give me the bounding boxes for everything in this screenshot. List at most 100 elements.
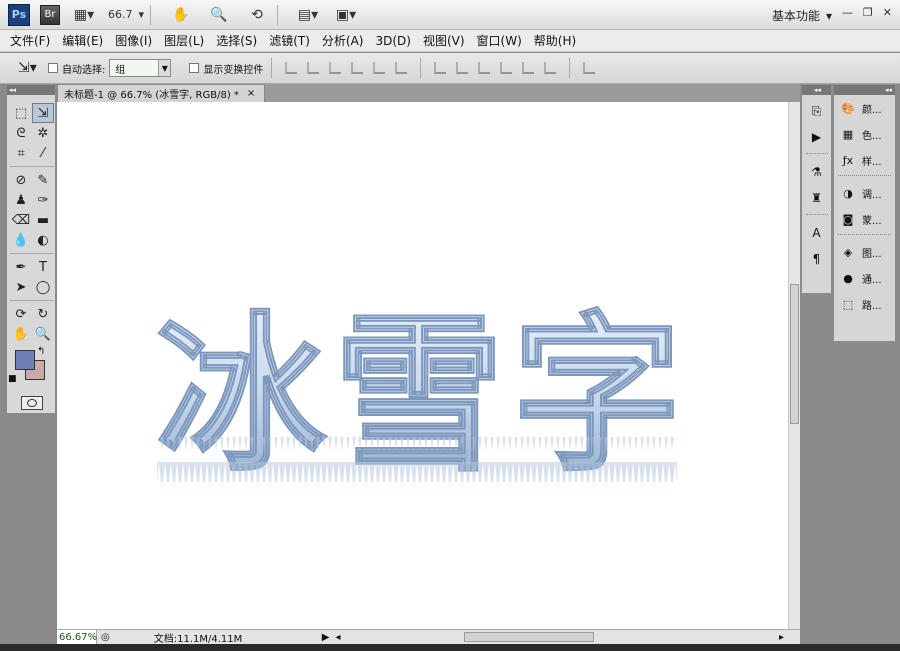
- zoom-level-dropdown[interactable]: 66.7 ▾: [108, 8, 144, 21]
- vertical-scrollbar[interactable]: [788, 102, 800, 629]
- screen-mode-button[interactable]: ▣▾: [332, 5, 360, 25]
- tool-preset-picker[interactable]: ⇲▾: [18, 60, 48, 76]
- rotate-view-icon: ⟲: [251, 6, 263, 23]
- show-transform-checkbox[interactable]: 显示变换控件: [189, 61, 263, 76]
- align-right-icon[interactable]: [395, 62, 408, 74]
- tool-presets-icon[interactable]: ⚗: [806, 162, 828, 182]
- menu-window[interactable]: 窗口(W): [477, 32, 522, 49]
- menu-select[interactable]: 选择(S): [216, 32, 257, 49]
- eraser-tool-icon[interactable]: ⌫: [10, 210, 32, 230]
- document-canvas[interactable]: 冰雪字: [57, 102, 788, 629]
- magic-wand-icon[interactable]: ✲: [32, 123, 54, 143]
- vertical-scroll-thumb[interactable]: [790, 284, 799, 424]
- healing-brush-icon[interactable]: ⊘: [10, 170, 32, 190]
- default-colors-icon[interactable]: ■: [8, 374, 17, 384]
- panel-masks[interactable]: ◙ 蒙...: [834, 206, 895, 232]
- ps-logo[interactable]: Ps: [8, 3, 30, 26]
- status-menu-arrow-icon[interactable]: ▶: [322, 632, 330, 643]
- menu-help[interactable]: 帮助(H): [534, 32, 576, 49]
- dock-collapse-handle[interactable]: ◂◂: [802, 85, 831, 95]
- clone-stamp-icon[interactable]: ♟: [10, 190, 32, 210]
- history-icon[interactable]: ⎘: [806, 101, 828, 121]
- distribute-vertical-center-icon[interactable]: [456, 62, 469, 74]
- menu-3d[interactable]: 3D(D): [375, 34, 410, 48]
- panel-color[interactable]: 🎨 颜...: [834, 95, 895, 121]
- view-extras-button[interactable]: ▦▾: [70, 5, 98, 25]
- panel-layers[interactable]: ◈ 图...: [834, 239, 895, 265]
- actions-icon[interactable]: ▶: [806, 127, 828, 147]
- swap-colors-icon[interactable]: ↰: [37, 346, 45, 357]
- zoom-tool-button[interactable]: 🔍: [205, 5, 233, 25]
- rotate-view-button[interactable]: ⟲: [243, 5, 271, 25]
- type-tool-icon[interactable]: T: [32, 257, 54, 277]
- brush-tool-icon[interactable]: ✎: [32, 170, 54, 190]
- close-icon[interactable]: ✕: [883, 6, 892, 19]
- workspace-switcher[interactable]: 基本功能 ▾: [772, 7, 832, 24]
- marquee-tool-icon[interactable]: ⬚: [10, 103, 32, 123]
- move-tool-icon[interactable]: ⇲: [32, 103, 54, 123]
- auto-select-checkbox[interactable]: 自动选择:: [48, 61, 105, 76]
- menu-image[interactable]: 图像(I): [115, 32, 152, 49]
- pen-tool-icon[interactable]: ✒: [10, 257, 32, 277]
- align-top-icon[interactable]: [285, 62, 298, 74]
- tools-panel: ◂◂ ⬚ ⇲ ᘓ ✲ ⌗ ⁄ ⊘ ✎ ♟ ✑ ⌫ ▬ 💧 ◐ ✒ T ➤ ◯ ⟳…: [6, 84, 56, 414]
- scroll-right-icon[interactable]: ▸: [779, 632, 784, 643]
- panel-collapse-handle[interactable]: ◂◂: [7, 85, 55, 95]
- hand-tool-icon[interactable]: ✋: [10, 324, 32, 344]
- horizontal-scroll-thumb[interactable]: [464, 632, 594, 642]
- distribute-horizontal-center-icon[interactable]: [522, 62, 535, 74]
- blur-tool-icon[interactable]: 💧: [10, 230, 32, 250]
- document-tab[interactable]: 未标题-1 @ 66.7% (冰雪字, RGB/8) * ×: [57, 84, 265, 102]
- menu-analysis[interactable]: 分析(A): [322, 32, 364, 49]
- lasso-tool-icon[interactable]: ᘓ: [10, 123, 32, 143]
- clone-source-icon[interactable]: ♜: [806, 188, 828, 208]
- menu-edit[interactable]: 编辑(E): [62, 32, 103, 49]
- eyedropper-icon[interactable]: ⁄: [32, 143, 54, 163]
- align-horizontal-center-icon[interactable]: [373, 62, 386, 74]
- hand-tool-button[interactable]: ✋: [167, 5, 195, 25]
- arrange-documents-button[interactable]: ▤▾: [294, 5, 322, 25]
- history-brush-icon[interactable]: ✑: [32, 190, 54, 210]
- menu-view[interactable]: 视图(V): [423, 32, 465, 49]
- align-buttons-group: [280, 62, 412, 74]
- restore-icon[interactable]: ❐: [863, 6, 873, 19]
- panel-adjustments[interactable]: ◑ 调...: [834, 180, 895, 206]
- distribute-top-icon[interactable]: [434, 62, 447, 74]
- panel-paths[interactable]: ⬚ 路...: [834, 291, 895, 317]
- path-selection-icon[interactable]: ➤: [10, 277, 32, 297]
- gradient-tool-icon[interactable]: ▬: [32, 210, 54, 230]
- panel-channels[interactable]: ● 通...: [834, 265, 895, 291]
- shape-tool-icon[interactable]: ◯: [32, 277, 54, 297]
- status-zoom-field[interactable]: 66.67%: [57, 630, 97, 644]
- auto-align-layers-icon[interactable]: [583, 62, 596, 74]
- align-bottom-icon[interactable]: [329, 62, 342, 74]
- minimize-icon[interactable]: —: [842, 6, 853, 19]
- paragraph-icon[interactable]: ¶: [806, 249, 828, 269]
- dodge-tool-icon[interactable]: ◐: [32, 230, 54, 250]
- distribute-left-icon[interactable]: [500, 62, 513, 74]
- palette-icon: 🎨: [841, 101, 855, 115]
- distribute-right-icon[interactable]: [544, 62, 557, 74]
- close-icon[interactable]: ×: [247, 88, 255, 99]
- align-vertical-center-icon[interactable]: [307, 62, 320, 74]
- zoom-tool-icon[interactable]: 🔍: [32, 324, 54, 344]
- distribute-bottom-icon[interactable]: [478, 62, 491, 74]
- menu-layer[interactable]: 图层(L): [164, 32, 204, 49]
- character-icon[interactable]: A: [806, 223, 828, 243]
- scroll-left-icon[interactable]: ◂: [335, 632, 340, 643]
- align-left-icon[interactable]: [351, 62, 364, 74]
- 3d-orbit-icon[interactable]: ↻: [32, 304, 54, 324]
- foreground-color-swatch[interactable]: [15, 350, 35, 370]
- panel-swatches[interactable]: ▦ 色...: [834, 121, 895, 147]
- panel-label: 图...: [862, 248, 882, 260]
- 3d-rotate-icon[interactable]: ⟳: [10, 304, 32, 324]
- panel-styles[interactable]: ƒx 样...: [834, 147, 895, 173]
- panel-collapse-handle[interactable]: ◂◂: [834, 85, 895, 95]
- auto-select-dropdown[interactable]: 组 ▼: [109, 59, 172, 77]
- status-info-icon[interactable]: ◎: [101, 632, 110, 643]
- quick-mask-button[interactable]: [21, 396, 43, 410]
- bridge-launch-button[interactable]: Br: [40, 4, 60, 25]
- crop-tool-icon[interactable]: ⌗: [10, 143, 32, 163]
- menu-file[interactable]: 文件(F): [10, 32, 50, 49]
- menu-filter[interactable]: 滤镜(T): [269, 32, 310, 49]
